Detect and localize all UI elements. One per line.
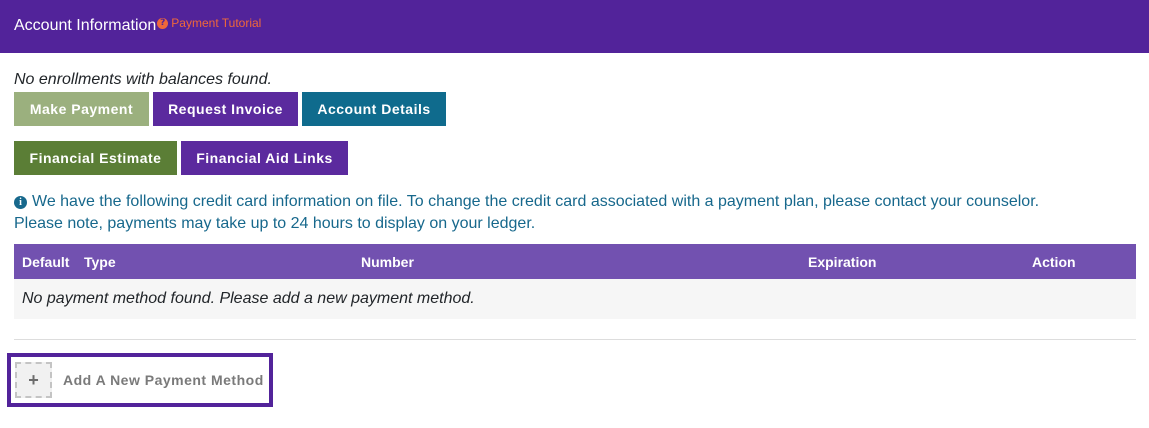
column-header-number[interactable]: Number (361, 254, 414, 270)
add-payment-method-button[interactable]: + Add A New Payment Method (7, 353, 273, 407)
plus-icon: + (15, 362, 52, 398)
page-title: Account Information (14, 17, 157, 34)
financial-estimate-button[interactable]: Financial Estimate (14, 141, 177, 175)
financial-aid-links-button[interactable]: Financial Aid Links (181, 141, 348, 175)
column-header-action: Action (1032, 254, 1076, 270)
request-invoice-button[interactable]: Request Invoice (153, 92, 298, 126)
payment-tutorial-label: Payment Tutorial (171, 16, 262, 30)
column-header-type[interactable]: Type (84, 254, 116, 270)
column-header-expiration[interactable]: Expiration (808, 254, 876, 270)
table-header: Default Type Number Expiration Action (14, 244, 1136, 279)
info-line-1: We have the following credit card inform… (32, 193, 1040, 210)
table-empty-row: No payment method found. Please add a ne… (14, 279, 1136, 319)
payment-tutorial-link[interactable]: ? Payment Tutorial (157, 16, 261, 30)
payment-methods-table: Default Type Number Expiration Action No… (14, 244, 1136, 319)
page-header: Account Information ? Payment Tutorial (0, 0, 1149, 53)
credit-card-info-message: i We have the following credit card infor… (14, 191, 1134, 235)
account-details-button[interactable]: Account Details (302, 92, 446, 126)
no-enrollments-notice: No enrollments with balances found. (14, 71, 272, 88)
section-divider (14, 339, 1136, 340)
make-payment-button[interactable]: Make Payment (14, 92, 149, 126)
add-payment-method-label: Add A New Payment Method (63, 372, 264, 388)
info-line-2: Please note, payments may take up to 24 … (14, 215, 536, 232)
question-circle-icon: ? (157, 17, 169, 29)
info-circle-icon: i (14, 196, 27, 209)
column-header-default[interactable]: Default (22, 254, 69, 270)
